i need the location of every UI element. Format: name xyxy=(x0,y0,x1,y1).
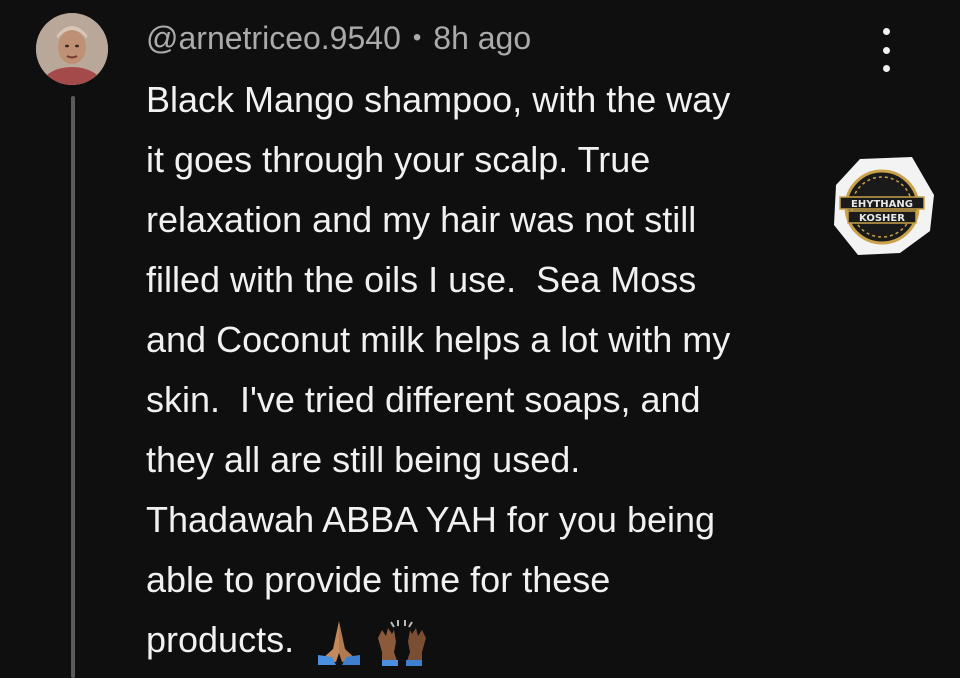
comment: @arnetriceo.9540 • 8h ago Black Mango sh… xyxy=(0,0,960,678)
comment-line: filled with the oils I use. Sea Moss xyxy=(146,259,697,300)
thread-line xyxy=(71,96,75,678)
comment-text: Black Mango shampoo, with the way it goe… xyxy=(146,70,866,670)
separator-dot: • xyxy=(412,24,422,51)
more-options-button[interactable] xyxy=(870,28,902,72)
more-vertical-icon xyxy=(882,28,890,35)
username[interactable]: @arnetriceo.9540 xyxy=(146,20,401,57)
sticker-text-bottom: KOSHER xyxy=(859,213,905,224)
more-vertical-icon-dot xyxy=(882,65,890,72)
comment-line: relaxation and my hair was not still xyxy=(146,199,697,240)
comment-line: they all are still being used. xyxy=(146,439,581,480)
comment-line: Thadawah ABBA YAH for you being xyxy=(146,499,716,540)
avatar[interactable] xyxy=(36,13,108,85)
avatar-image xyxy=(36,13,108,85)
comment-line: able to provide time for these xyxy=(146,559,611,600)
comment-line: Black Mango shampoo, with the way xyxy=(146,79,731,120)
timestamp[interactable]: 8h ago xyxy=(433,20,531,57)
folded-hands-emoji xyxy=(318,621,361,666)
kosher-sticker-graphic: EHYTHANG KOSHER xyxy=(834,157,934,255)
emoji-group xyxy=(314,618,430,667)
comment-line: it goes through your scalp. True xyxy=(146,139,651,180)
comment-line: skin. I've tried different soaps, and xyxy=(146,379,701,420)
sticker-text-top: EHYTHANG xyxy=(851,199,913,210)
comment-header: @arnetriceo.9540 • 8h ago xyxy=(146,18,531,58)
raising-hands-emoji xyxy=(378,620,427,667)
comment-line: and Coconut milk helps a lot with my xyxy=(146,319,731,360)
kosher-sticker: EHYTHANG KOSHER xyxy=(830,155,938,257)
comment-line-text: products. xyxy=(146,619,295,660)
more-vertical-icon-dot xyxy=(882,46,890,54)
comment-line-last: products. xyxy=(146,610,866,670)
